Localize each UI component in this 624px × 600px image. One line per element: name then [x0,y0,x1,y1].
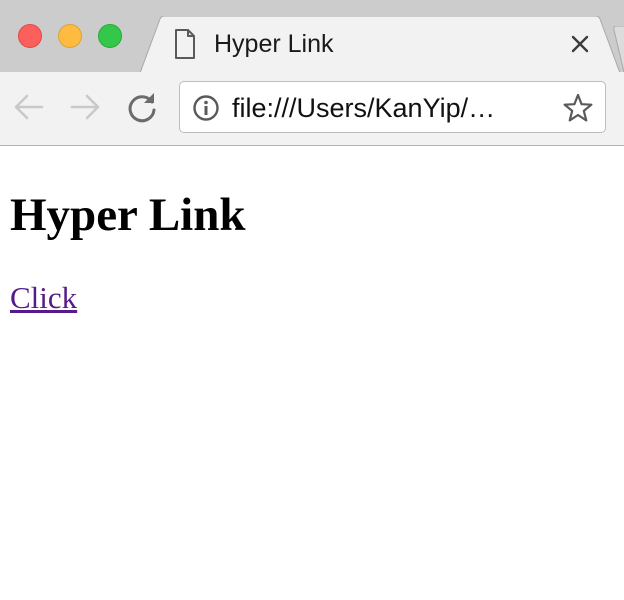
tab-title: Hyper Link [214,30,334,58]
tab-strip: Hyper Link [0,0,624,73]
browser-toolbar: file:///Users/KanYip/… [0,72,624,146]
document-icon [174,29,196,59]
browser-window: Hyper Link file:///Users/KanYip/… Hyper … [0,0,624,600]
window-minimize-button[interactable] [58,24,82,48]
page-heading: Hyper Link [10,189,246,241]
url-text[interactable]: file:///Users/KanYip/… [232,92,552,124]
close-icon[interactable] [568,32,592,56]
window-zoom-button[interactable] [98,24,122,48]
page-content: Hyper Link Click [0,146,624,600]
new-tab-button[interactable] [612,26,624,72]
star-icon[interactable] [562,92,594,124]
reload-icon[interactable] [125,90,159,124]
tab-background [140,16,621,73]
back-arrow-icon[interactable] [12,90,46,124]
window-close-button[interactable] [18,24,42,48]
click-link[interactable]: Click [10,280,77,316]
tab-hyper-link[interactable]: Hyper Link [140,16,624,73]
address-bar[interactable]: file:///Users/KanYip/… [179,81,606,133]
forward-arrow-icon[interactable] [68,90,102,124]
info-icon[interactable] [192,94,220,122]
